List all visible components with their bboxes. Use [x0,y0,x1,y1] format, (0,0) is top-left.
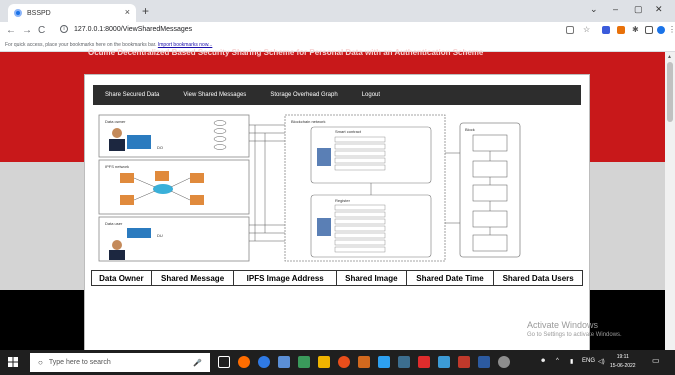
clock-time: 19:11 [616,354,629,360]
register-label: Register [335,198,351,203]
url-text: 127.0.0.1:8000/ViewSharedMessages [74,25,193,33]
chrome-icon[interactable] [338,356,350,368]
language-indicator[interactable]: ENG [582,358,595,364]
taskbar-app-icon-3[interactable] [358,356,370,368]
microphone-icon[interactable]: 🎤 [193,359,202,367]
col-shared-data-users: Shared Data Users [502,273,574,283]
edge-icon[interactable] [258,356,270,368]
menu-kebab-icon[interactable]: ⋮ [668,26,675,34]
block-label: Block [465,127,475,132]
browser-tab-strip: BSSPD × + ⌄ – ▢ ✕ [0,0,675,22]
side-panel-icon[interactable] [645,26,653,34]
reload-button[interactable]: C [38,25,45,36]
battery-icon[interactable]: ▮ [570,358,573,365]
main-nav: Share Secured Data View Shared Messages … [93,85,581,105]
opera-icon[interactable] [238,356,250,368]
col-shared-message: Shared Message [152,271,235,285]
close-window-button[interactable]: ✕ [655,4,663,15]
task-view-icon[interactable] [218,356,230,368]
extensions-puzzle-icon[interactable]: ✱ [632,26,640,34]
ipfs-network-label: IPFS network [105,164,129,169]
architecture-diagram-image: Data owner IPFS network Data user DU DO [98,114,521,262]
clock-date: 15-06-2022 [610,363,636,369]
taskbar-app-icon-7[interactable] [438,356,450,368]
scrollbar-thumb[interactable] [667,62,673,122]
taskbar-app-icon-5[interactable] [398,356,410,368]
windows-start-icon[interactable] [8,357,18,367]
smart-contract-label: Smart contract [335,129,362,134]
du-label: DU [157,233,163,238]
taskbar-search-box[interactable]: ○ Type here to search 🎤 [30,353,210,372]
activate-windows-watermark: Activate Windows Go to Settings to activ… [527,320,622,338]
tab-close-icon[interactable]: × [125,7,130,17]
site-info-icon[interactable]: i [60,25,68,33]
search-placeholder: Type here to search [48,359,111,366]
data-user-label: Data user [105,221,123,226]
back-button[interactable]: ← [6,25,16,36]
data-owner-label: Data owner [105,119,126,124]
new-tab-button[interactable]: + [142,4,149,18]
extension-metamask-icon[interactable] [617,26,625,34]
address-toolbar: ← → C i 127.0.0.1:8000/ViewSharedMessage… [0,22,675,40]
activate-windows-title: Activate Windows [527,320,599,330]
people-icon[interactable]: ☻ [540,358,546,364]
page-title: Ocume Decentralized Based Security Shari… [88,48,484,57]
col-shared-date-time: Shared Date Time [407,271,495,285]
col-ipfs-image-address: IPFS Image Address [234,271,337,285]
col-data-owner: Data Owner [92,271,152,285]
volume-icon[interactable]: ◁) [598,358,605,365]
content-panel: Share Secured Data View Shared Messages … [84,74,590,352]
taskbar-app-icon-6[interactable] [418,356,430,368]
browser-tab[interactable]: BSSPD × [8,4,136,22]
nav-storage-overhead-graph[interactable]: Storage Overhead Graph [270,92,337,98]
shared-messages-table-header: Data Owner Shared Message IPFS Image Add… [91,270,583,286]
tray-chevron-icon[interactable]: ^ [556,358,559,364]
file-explorer-icon[interactable] [318,356,330,368]
nav-share-secured-data[interactable]: Share Secured Data [105,92,159,98]
url-field[interactable]: i 127.0.0.1:8000/ViewSharedMessages [60,25,192,33]
web-page: Ocume Decentralized Based Security Shari… [0,48,665,352]
taskbar-app-icon-8[interactable] [458,356,470,368]
nav-logout[interactable]: Logout [362,92,380,98]
profile-icon[interactable] [657,26,665,34]
taskbar-clock[interactable]: 19:11 15-06-2022 [610,353,636,371]
minimize-button[interactable]: – [613,4,618,14]
blockchain-label: Blockchain network [291,119,325,124]
bookmark-star-icon[interactable]: ☆ [583,26,591,34]
taskbar-app-icon-9[interactable] [478,356,490,368]
taskbar-app-icon-1[interactable] [278,356,290,368]
activate-windows-subtitle: Go to Settings to activate Windows. [527,332,622,338]
tab-search-chevron-icon[interactable]: ⌄ [590,4,598,15]
page-scrollbar[interactable]: ▲ [665,52,675,350]
taskbar-app-icon-4[interactable] [378,356,390,368]
do-label: DO [157,145,163,150]
tab-title: BSSPD [27,9,51,17]
nav-view-shared-messages[interactable]: View Shared Messages [183,92,246,98]
share-icon[interactable] [566,26,574,34]
taskbar-app-icon-10[interactable] [498,356,510,368]
windows-taskbar: ○ Type here to search 🎤 ☻ ^ ▮ ENG ◁) 19:… [0,350,675,375]
scroll-up-arrow-icon[interactable]: ▲ [667,54,672,60]
extension-shield-icon[interactable] [602,26,610,34]
col-shared-image: Shared Image [337,271,407,285]
search-icon: ○ [38,358,43,367]
taskbar-app-icon-2[interactable] [298,356,310,368]
favicon-icon [14,9,22,17]
maximize-button[interactable]: ▢ [634,4,643,15]
forward-button[interactable]: → [22,25,32,36]
notification-icon[interactable]: ▭ [652,356,660,365]
